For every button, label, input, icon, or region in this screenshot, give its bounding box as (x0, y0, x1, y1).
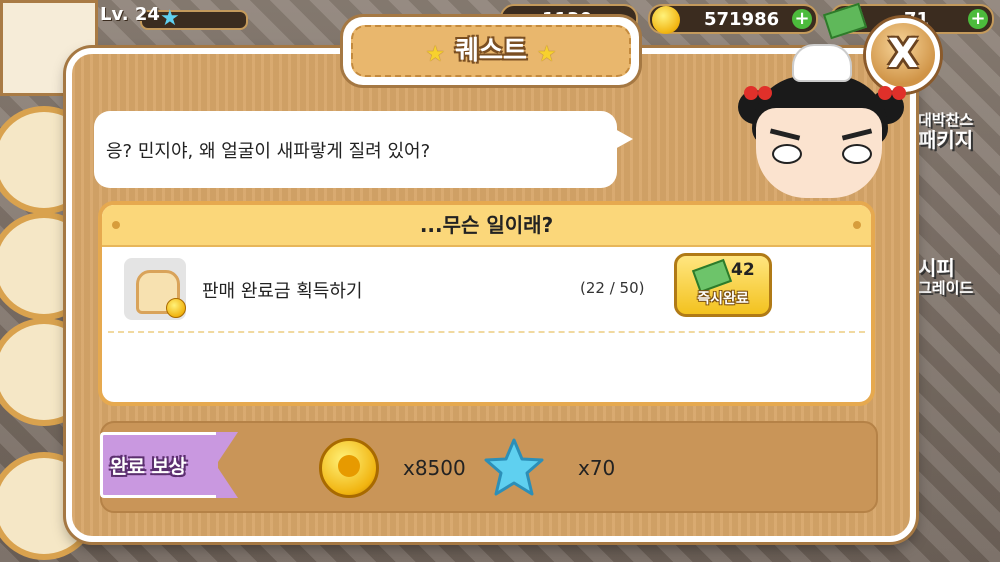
quest-item: 판매 완료금 획득하기 (22 / 50) 42 즉시완료 (108, 247, 865, 333)
quest-description: 판매 완료금 획득하기 (202, 281, 363, 302)
reward-ribbon: 완료 보상 (100, 432, 240, 498)
quest-title-plate: ★ 퀘스트 ★ (343, 17, 639, 85)
chef-character-portrait (738, 46, 908, 198)
chef-hat (794, 46, 850, 80)
coin-count: 571986 (704, 9, 780, 30)
coin-emblem (338, 455, 360, 477)
header-dot-left (112, 221, 120, 229)
eye-left (772, 144, 802, 164)
package-badge[interactable]: 대박찬스 패키지 (918, 110, 1000, 150)
instant-complete-button[interactable]: 42 즉시완료 (674, 253, 772, 317)
ribbon-tail (216, 432, 238, 498)
hair-bow-left-2 (758, 86, 772, 100)
quest-item-icon (124, 258, 186, 320)
instant-complete-cost: 42 (731, 260, 755, 280)
coin-icon (319, 438, 379, 498)
coin-icon (652, 6, 680, 34)
package-badge-line2: 패키지 (918, 128, 974, 152)
header-dot-right (853, 221, 861, 229)
reward-label: 완료 보상 (110, 456, 187, 478)
speech-bubble: 응? 민지야, 왜 얼굴이 새파랗게 질려 있어? (94, 111, 633, 188)
hair-bow-right (878, 86, 892, 100)
add-coin-button[interactable]: + (792, 9, 812, 29)
cash-icon (822, 2, 868, 40)
hair-bow-left (744, 86, 758, 100)
recipe-badge-line1: 시피 (918, 256, 955, 280)
star-icon: ★ (536, 42, 557, 67)
reward-star-amount: x70 (578, 456, 616, 480)
coin-counter: 571986 + (648, 4, 818, 34)
reward-coin-amount: x8500 (403, 456, 466, 480)
instant-complete-label: 즉시완료 (697, 291, 749, 307)
eye-right (842, 144, 872, 164)
recipe-upgrade-badge[interactable]: 시피 그레이드 (918, 258, 1000, 298)
star-icon: ★ (425, 42, 446, 67)
blue-star-icon (484, 438, 544, 496)
quest-header: ...무슨 일이래? (102, 205, 871, 247)
quest-progress: (22 / 50) (580, 279, 645, 297)
quest-title-inner: ★ 퀘스트 ★ (351, 25, 631, 77)
coin-icon (166, 298, 186, 318)
quest-title: 퀘스트 (455, 36, 527, 66)
add-cash-button[interactable]: + (968, 9, 988, 29)
player-level: Lv. 24 (100, 4, 160, 25)
package-badge-line1: 대박찬스 (918, 111, 974, 129)
quest-panel: ...무슨 일이래? 판매 완료금 획득하기 (22 / 50) 42 즉시완료 (98, 201, 875, 406)
recipe-badge-line2: 그레이드 (918, 279, 974, 297)
hair-bow-right-2 (892, 86, 906, 100)
dialogue-text: 응? 민지야, 왜 얼굴이 새파랗게 질려 있어? (106, 141, 431, 162)
quest-header-text: ...무슨 일이래? (419, 213, 554, 237)
level-star-icon: ★ (160, 6, 180, 31)
